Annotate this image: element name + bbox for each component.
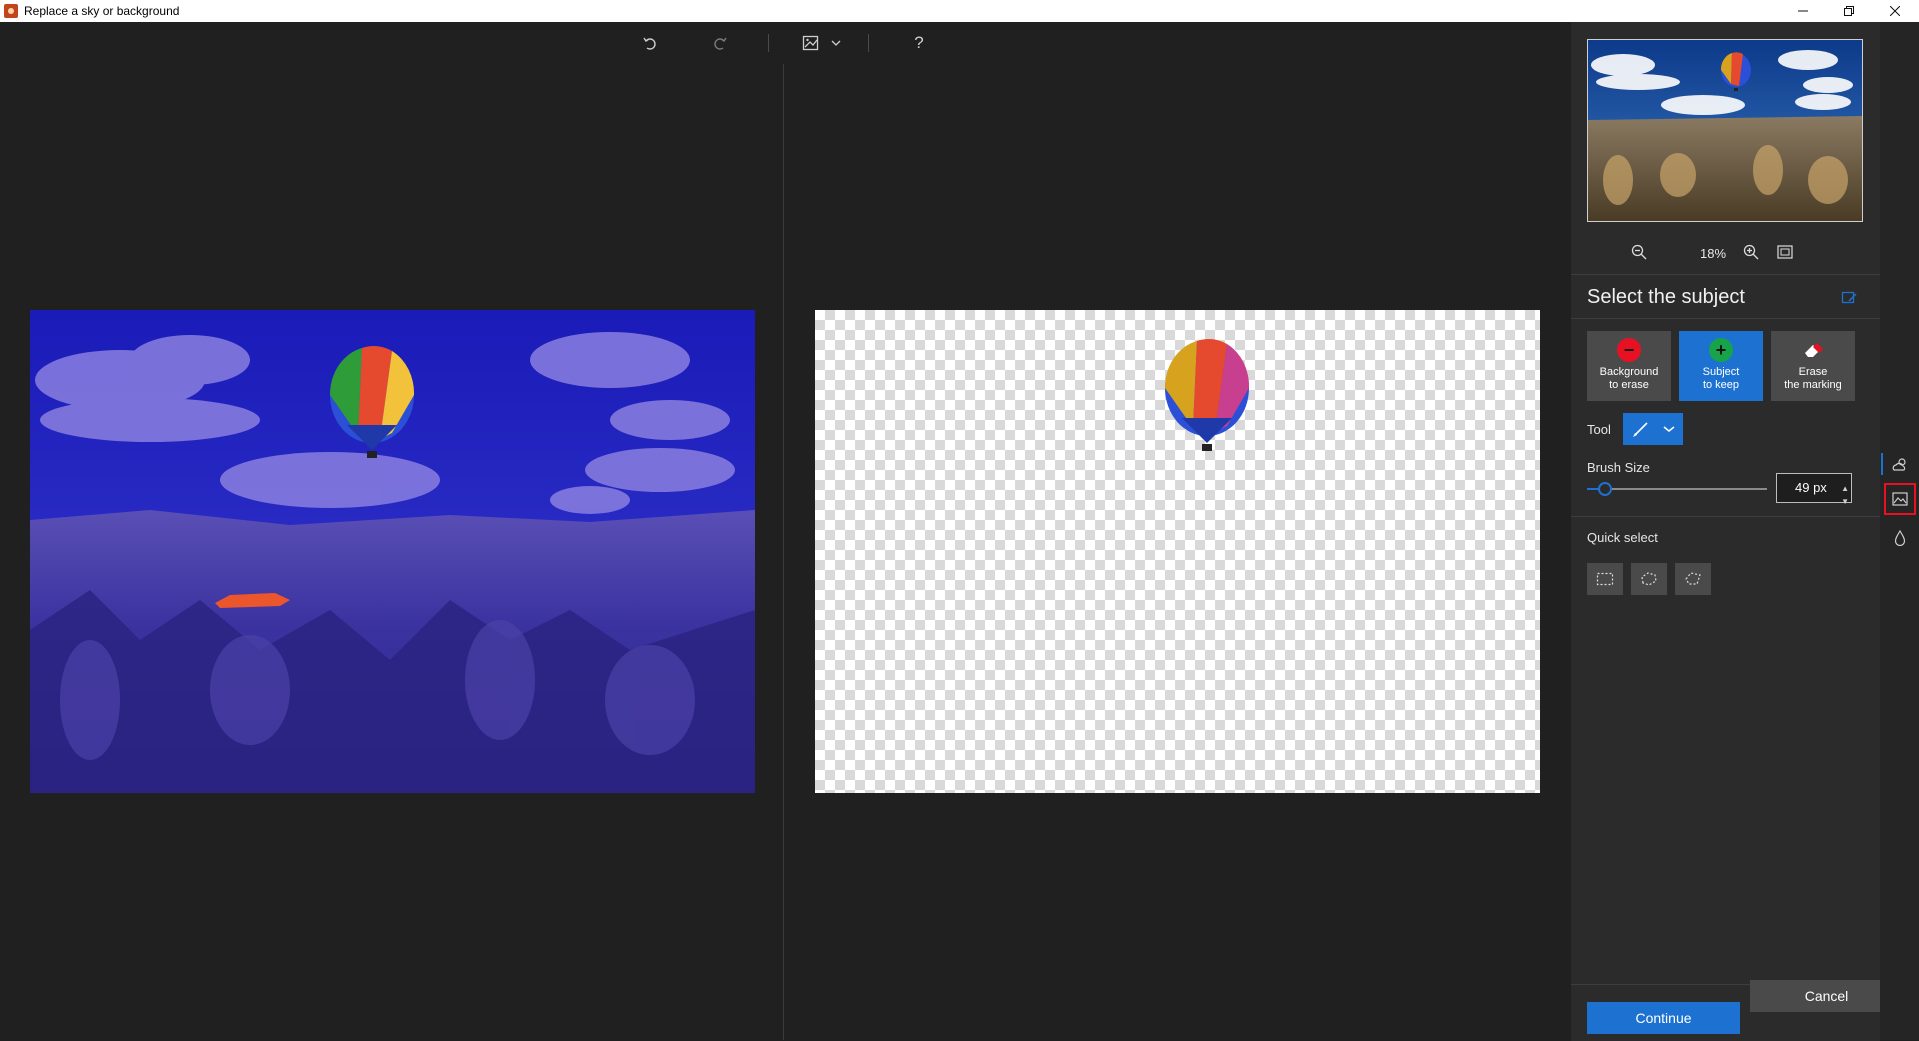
- zoom-out-icon: [1631, 244, 1647, 260]
- toolbar: ?: [0, 22, 1570, 64]
- source-image-canvas[interactable]: [30, 310, 755, 793]
- cutout-balloon: [1164, 339, 1250, 451]
- preview-thumbnail[interactable]: [1587, 39, 1863, 222]
- color-adjust-button[interactable]: [1890, 528, 1910, 548]
- toolbar-divider: [868, 34, 869, 52]
- restore-button[interactable]: [1826, 0, 1872, 22]
- info-button[interactable]: [1841, 290, 1859, 308]
- undo-button[interactable]: [636, 30, 664, 56]
- tool-rail: [1880, 22, 1919, 1040]
- panel-divider: [1571, 318, 1880, 319]
- rail-active-indicator: [1881, 453, 1883, 475]
- lasso-select-button[interactable]: [1631, 563, 1667, 595]
- lasso-select-icon: [1641, 572, 1657, 586]
- tool-label: Tool: [1587, 422, 1611, 437]
- rectangle-select-button[interactable]: [1587, 563, 1623, 595]
- brush-size-value: 49 px: [1795, 480, 1827, 495]
- tool-dropdown[interactable]: [1623, 413, 1683, 445]
- compare-view-button[interactable]: [797, 30, 825, 56]
- marked-photo: [30, 310, 755, 793]
- image-icon: [1892, 492, 1908, 506]
- zoom-out-button[interactable]: [1629, 242, 1649, 262]
- app-icon: [4, 4, 18, 18]
- mode-label: Erase: [1798, 366, 1828, 378]
- zoom-in-icon: [1743, 244, 1759, 260]
- section-title: Select the subject: [1587, 286, 1745, 308]
- zoom-level: 18%: [1699, 246, 1727, 261]
- help-button[interactable]: ?: [905, 30, 933, 56]
- droplet-icon: [1894, 530, 1906, 546]
- minimize-icon: [1798, 10, 1808, 12]
- background-to-erase-button[interactable]: − Background to erase: [1587, 331, 1671, 401]
- brush-icon: [1633, 422, 1648, 437]
- eraser-icon: [1801, 338, 1825, 362]
- result-image-canvas[interactable]: [815, 310, 1540, 793]
- fit-to-screen-button[interactable]: [1775, 242, 1795, 262]
- mode-sublabel: to keep: [1702, 379, 1740, 391]
- brush-size-slider[interactable]: [1587, 482, 1767, 496]
- side-panel: 18% Select the subject − Background to e…: [1571, 22, 1880, 1041]
- plus-circle-icon: +: [1709, 338, 1733, 362]
- rectangle-select-icon: [1596, 572, 1614, 586]
- toolbar-divider: [768, 34, 769, 52]
- slider-thumb[interactable]: [1598, 482, 1612, 496]
- mode-sublabel: to erase: [1609, 379, 1649, 391]
- replace-background-button[interactable]: [1890, 489, 1910, 509]
- minus-circle-icon: −: [1617, 338, 1641, 362]
- subject-to-keep-button[interactable]: + Subject to keep: [1679, 331, 1763, 401]
- redo-icon: [714, 37, 727, 50]
- chevron-down-icon: [831, 40, 841, 46]
- zoom-in-button[interactable]: [1741, 242, 1761, 262]
- edit-marking-icon: [1841, 291, 1857, 304]
- fit-screen-icon: [1777, 245, 1793, 259]
- close-icon: [1890, 6, 1900, 16]
- restore-icon: [1844, 6, 1854, 16]
- erase-marking-button[interactable]: Erase the marking: [1771, 331, 1855, 401]
- brush-size-label: Brush Size: [1587, 460, 1650, 475]
- polygon-select-icon: [1685, 572, 1701, 585]
- cloud-sun-icon: [1892, 458, 1906, 471]
- split-divider[interactable]: [783, 64, 784, 1040]
- minimize-button[interactable]: [1780, 0, 1826, 22]
- thumbnail-photo: [1588, 40, 1862, 221]
- undo-icon: [643, 37, 656, 50]
- polygon-select-button[interactable]: [1675, 563, 1711, 595]
- window-title: Replace a sky or background: [24, 4, 180, 18]
- close-button[interactable]: [1872, 0, 1918, 22]
- spin-down-icon[interactable]: ▼: [1841, 488, 1849, 516]
- zoom-controls: 18%: [1571, 238, 1880, 266]
- quick-select-label: Quick select: [1587, 530, 1658, 545]
- mode-sublabel: the marking: [1784, 379, 1842, 391]
- replace-sky-button[interactable]: [1890, 454, 1910, 474]
- brush-size-input[interactable]: 49 px ▲ ▼: [1776, 473, 1852, 506]
- panel-divider: [1571, 274, 1880, 275]
- mode-label: Background: [1599, 366, 1659, 378]
- panel-divider: [1571, 516, 1880, 517]
- title-bar: Replace a sky or background: [0, 0, 1919, 22]
- chevron-down-icon: [1663, 426, 1675, 432]
- continue-button[interactable]: Continue: [1587, 1002, 1740, 1034]
- redo-button[interactable]: [706, 30, 734, 56]
- compare-view-icon: [802, 35, 819, 51]
- mode-label: Subject: [1702, 366, 1740, 378]
- compare-view-dropdown[interactable]: [828, 30, 844, 56]
